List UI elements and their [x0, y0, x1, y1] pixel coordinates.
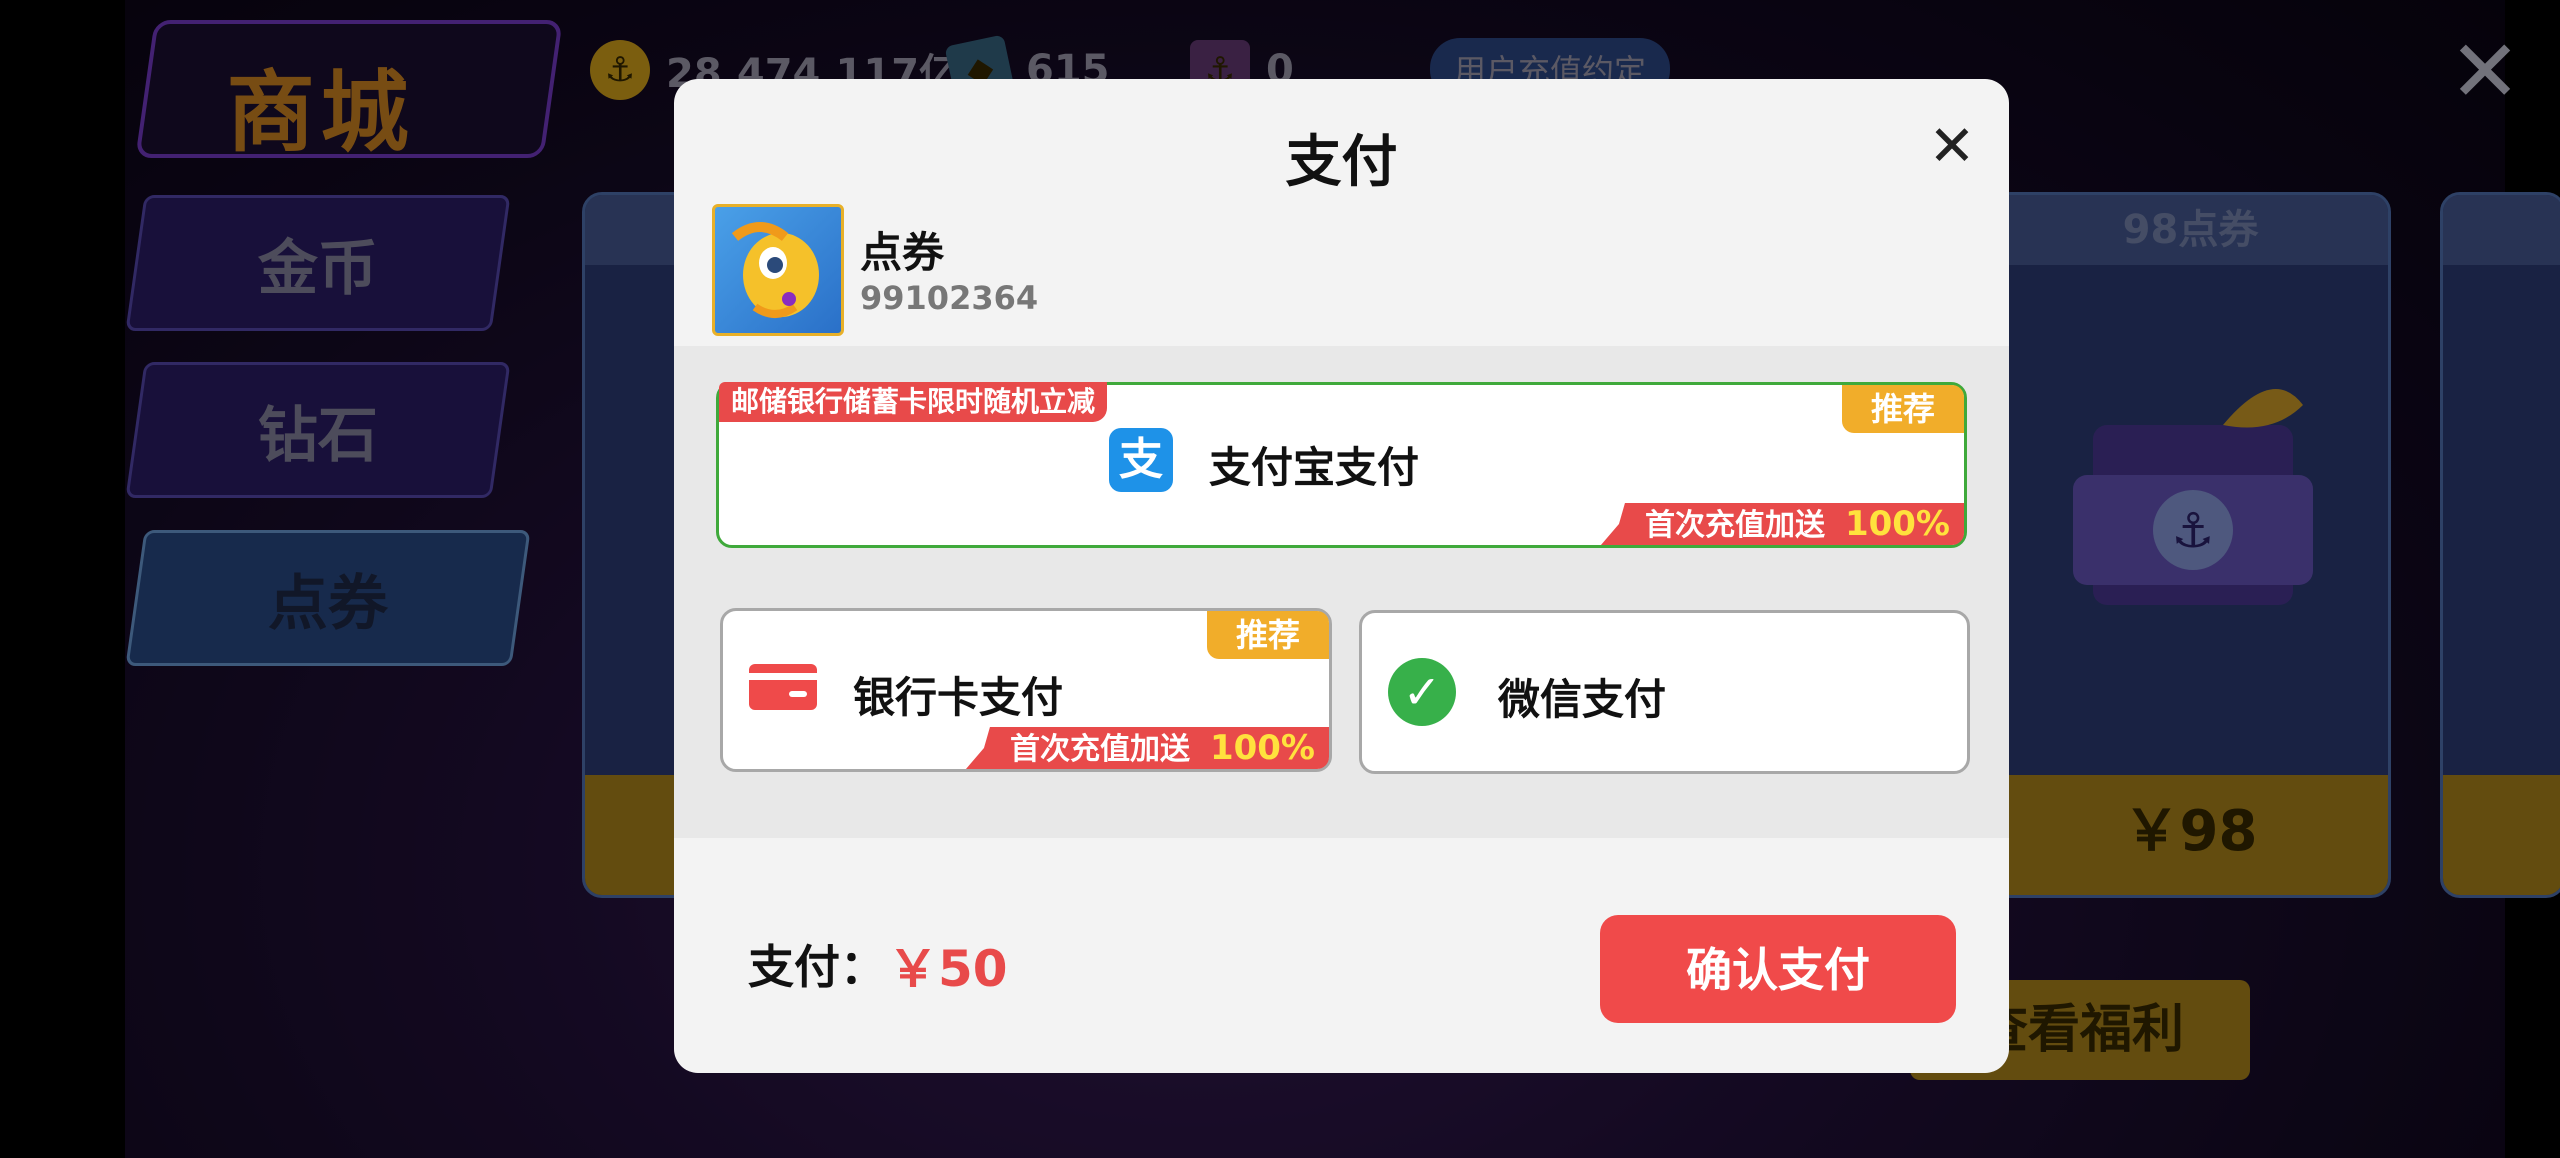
product-name: 点券: [860, 228, 945, 277]
wechat-pay-option[interactable]: ✓ 微信支付: [1359, 610, 1970, 774]
bonus-text: 首次充值加送: [1644, 508, 1825, 543]
bonus-percent: 100%: [1209, 728, 1315, 768]
recommend-badge: 推荐: [1842, 385, 1964, 433]
wechat-check-icon: ✓: [1388, 658, 1456, 726]
alipay-icon: 支: [1109, 428, 1173, 492]
recommend-badge: 推荐: [1207, 611, 1329, 659]
pay-amount: ￥50: [888, 940, 1008, 998]
bank-card-label: 银行卡支付: [853, 673, 1064, 722]
bank-card-option[interactable]: 推荐 银行卡支付 首次充值加送 100%: [720, 608, 1332, 772]
bank-card-icon: [749, 664, 817, 710]
wechat-pay-label: 微信支付: [1498, 675, 1667, 724]
close-icon[interactable]: ✕: [1922, 117, 1982, 177]
first-recharge-bonus: 首次充值加送 100%: [1600, 503, 1964, 545]
pay-label: 支付：: [748, 940, 886, 994]
payment-dialog: 支付 ✕ 点券 99102364 邮储银行储蓄卡限时随机立减 推荐 支 支付宝支…: [674, 79, 2009, 1073]
bonus-percent: 100%: [1844, 504, 1950, 544]
confirm-payment-button[interactable]: 确认支付: [1600, 915, 1956, 1023]
promo-tag: 邮储银行储蓄卡限时随机立减: [719, 382, 1108, 422]
product-thumbnail: [712, 204, 844, 336]
payment-methods: 邮储银行储蓄卡限时随机立减 推荐 支 支付宝支付 首次充值加送 100% 推荐 银…: [674, 346, 2009, 838]
goldfish-icon: [731, 222, 819, 318]
first-recharge-bonus: 首次充值加送 100%: [965, 727, 1329, 769]
dialog-title: 支付: [1285, 130, 1398, 195]
alipay-label: 支付宝支付: [1209, 443, 1420, 492]
product-id: 99102364: [860, 279, 1039, 317]
alipay-option[interactable]: 邮储银行储蓄卡限时随机立减 推荐 支 支付宝支付 首次充值加送 100%: [716, 382, 1967, 548]
bonus-text: 首次充值加送: [1009, 732, 1190, 767]
